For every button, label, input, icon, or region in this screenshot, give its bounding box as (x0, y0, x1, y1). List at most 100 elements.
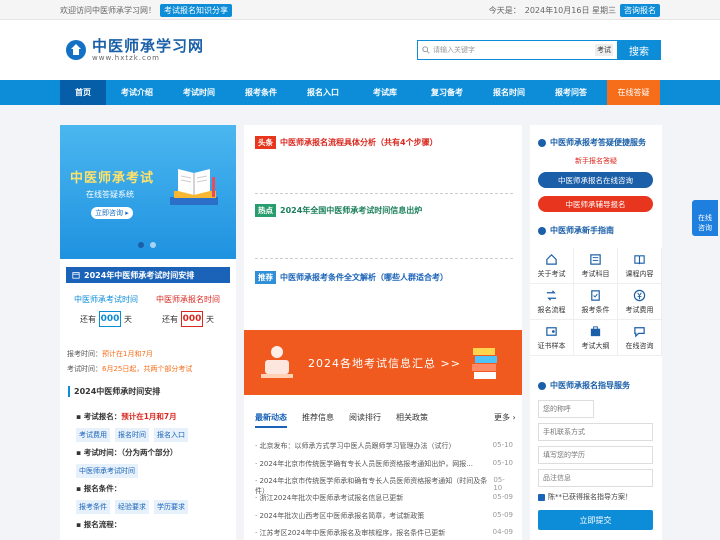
guide-item-fee[interactable]: 考试费用 (618, 284, 662, 320)
headline-text[interactable]: 中医师承报名流程具体分析（共有4个步骤） (280, 137, 438, 148)
arrange-title: 2024中医师承时间安排 (68, 386, 160, 397)
arrange-flow: ▪ 报名流程： (76, 520, 122, 529)
form-header: 中医师承报名指导服务 (538, 380, 630, 391)
form-icon (538, 381, 546, 390)
promo-text: 2024各地考试信息汇总 >> (308, 357, 461, 370)
arrange-exam-chips: 中医师承考试时间 (76, 464, 138, 478)
chip-reg-entry[interactable]: 报名入口 (154, 428, 188, 442)
list-item-title[interactable]: · 浙江2024年批次中医师承考试报名信息已更新 (255, 493, 403, 503)
tab-ranking[interactable]: 阅读排行 (349, 412, 381, 428)
arrange-cond-chips: 报考条件 经验要求 学历要求 (76, 500, 188, 514)
exam-banner[interactable]: 中医师承考试 在线答疑系统 立即咨询 ▸ (60, 125, 236, 259)
exam-time-label: 考试时间： (67, 365, 102, 373)
guide-item-certificate[interactable]: 证书样本 (530, 320, 574, 356)
nav-item-intro[interactable]: 考试介绍 (106, 80, 168, 105)
name-input[interactable]: 您的称呼 (538, 400, 594, 418)
site-name: 中医师承学习网 (92, 37, 205, 55)
outline-icon (590, 325, 601, 336)
nav-item-exam-bank[interactable]: 考试库 (354, 80, 416, 105)
nav-item-faq[interactable]: 报考问答 (540, 80, 602, 105)
person-laptop-icon (261, 346, 293, 378)
list-item-title[interactable]: · 2024年北京市传统医学确有专长人员医师资格报考通知出炉，网报... (255, 459, 473, 469)
chip-exam-time[interactable]: 中医师承考试时间 (76, 464, 138, 478)
search-button[interactable]: 搜索 (617, 40, 661, 60)
guide-item-label: 关于考试 (537, 269, 566, 278)
remark-input[interactable]: 品注信息 (538, 469, 653, 487)
guide-item-chat[interactable]: 在线咨询 (618, 320, 662, 356)
phone-input[interactable]: 手机联系方式 (538, 423, 653, 441)
exam-countdown: 中医师承考试时间 还有 000 天 (66, 294, 146, 327)
guide-item-subjects[interactable]: 考试科目 (574, 248, 618, 284)
tab-recommended[interactable]: 推荐信息 (302, 412, 334, 428)
headline-tag: 推荐 (255, 271, 276, 284)
nav-item-register[interactable]: 报名入口 (292, 80, 354, 105)
list-item[interactable]: · 浙江2024年批次中医师承考试报名信息已更新 05-09 (255, 493, 513, 503)
guide-item-flow[interactable]: 报名流程 (530, 284, 574, 320)
chip-fee[interactable]: 考试费用 (76, 428, 110, 442)
chip-education[interactable]: 学历要求 (154, 500, 188, 514)
headline-item[interactable]: 推荐 中医师承报考条件全文解析（哪些人群适合考） (255, 271, 448, 284)
search-category-select[interactable]: 考试 (595, 44, 613, 56)
banner-cta[interactable]: 立即咨询 ▸ (91, 207, 133, 219)
service-header: 中医师承报考答疑便捷服务 (538, 137, 646, 148)
banner-title: 中医师承考试 (70, 171, 155, 186)
banner-pager[interactable] (138, 242, 156, 248)
share-tag[interactable]: 考试报名知识分享 (160, 4, 232, 17)
guide-item-conditions[interactable]: 报考条件 (574, 284, 618, 320)
guide-item-label: 报名流程 (537, 305, 566, 314)
list-item-title[interactable]: · 2024年批次山西考区中医师承报名简章，考试新政策 (255, 511, 424, 521)
tab-policy[interactable]: 相关政策 (396, 412, 428, 428)
online-qa-button[interactable]: 在线答疑 (607, 80, 660, 105)
guide-item-course[interactable]: 课程内容 (618, 248, 662, 284)
headline-text[interactable]: 中医师承报考条件全文解析（哪些人群适合考） (280, 272, 448, 283)
promo-banner[interactable]: 2024各地考试信息汇总 >> (244, 330, 522, 395)
welcome-text: 欢迎访问中医师承学习网！ (60, 6, 156, 15)
pager-dot[interactable] (138, 242, 144, 248)
flow-icon (546, 289, 557, 301)
search-input[interactable]: 请输入关键字 考试 (417, 40, 617, 60)
list-item[interactable]: · 北京发布：以师承方式学习中医人员跟师学习管理办法（试行） 05-10 (255, 441, 513, 451)
list-item[interactable]: · 2024年批次山西考区中医师承报名简章，考试新政策 05-09 (255, 511, 513, 521)
list-item[interactable]: · 江苏考区2024年中医师承报名及审核程序，报名条件已更新 04-09 (255, 528, 513, 538)
nav-item-home[interactable]: 首页 (60, 80, 106, 105)
floating-consult-button[interactable]: 在线 咨询 (692, 200, 718, 236)
headline-item[interactable]: 热点 2024年全国中医师承考试时间信息出炉 (255, 204, 422, 217)
list-item-title[interactable]: · 江苏考区2024年中医师承报名及审核程序，报名条件已更新 (255, 528, 445, 538)
list-item-title[interactable]: · 北京发布：以师承方式学习中医人员跟师学习管理办法（试行） (255, 441, 455, 451)
nav-item-conditions[interactable]: 报考条件 (230, 80, 292, 105)
nav-item-reg-time[interactable]: 报名时间 (478, 80, 540, 105)
site-logo[interactable]: 中医师承学习网 www.hxtzk.com (66, 38, 204, 62)
arrange-reg: ▪ 考试报名：预计在1月和7月 (76, 412, 177, 421)
headline-text[interactable]: 2024年全国中医师承考试时间信息出炉 (280, 205, 422, 216)
nav-item-exam-time[interactable]: 考试时间 (168, 80, 230, 105)
news-tabs: 最新动态 推荐信息 阅读排行 相关政策 (255, 412, 428, 428)
tab-latest[interactable]: 最新动态 (255, 412, 287, 428)
main-nav: 首页 考试介绍 考试时间 报考条件 报名入口 考试库 复习备考 报名时间 报考问… (0, 80, 720, 105)
arrange-cond-label: 报名条件： (83, 484, 122, 493)
chip-experience[interactable]: 经验要求 (115, 500, 149, 514)
exam-time-line: 考试时间：6月25日起，共两个部分考试 (67, 364, 192, 374)
online-consult-button[interactable]: 中医师承报名在线咨询 (538, 172, 653, 188)
check-icon (538, 493, 545, 501)
search-icon (422, 46, 430, 54)
chip-conditions[interactable]: 报考条件 (76, 500, 110, 514)
more-link[interactable]: 更多 › (494, 412, 516, 423)
consult-tag[interactable]: 咨询报名 (620, 4, 660, 17)
list-item[interactable]: · 2024年北京市传统医学确有专长人员医师资格报考通知出炉，网报... 05-1… (255, 459, 513, 469)
nav-item-review[interactable]: 复习备考 (416, 80, 478, 105)
submit-button[interactable]: 立即提交 (538, 510, 653, 530)
education-input[interactable]: 填写您的学历 (538, 446, 653, 464)
guide-item-outline[interactable]: 考试大纲 (574, 320, 618, 356)
guide-item-about[interactable]: 关于考试 (530, 248, 574, 284)
chip-reg-time[interactable]: 报名时间 (115, 428, 149, 442)
tutoring-signup-button[interactable]: 中医师承辅导报名 (538, 196, 653, 212)
service-title: 中医师承报考答疑便捷服务 (550, 138, 646, 147)
pager-dot[interactable] (150, 242, 156, 248)
guide-item-label: 课程内容 (625, 269, 654, 278)
arrange-cond: ▪ 报名条件： (76, 484, 122, 493)
guide-item-label: 证书样本 (537, 341, 566, 350)
search-bar: 请输入关键字 考试 搜索 (417, 40, 661, 60)
list-item-date: 05-10 (492, 441, 513, 449)
divider (255, 193, 513, 194)
headline-item[interactable]: 头条 中医师承报名流程具体分析（共有4个步骤） (255, 136, 438, 149)
